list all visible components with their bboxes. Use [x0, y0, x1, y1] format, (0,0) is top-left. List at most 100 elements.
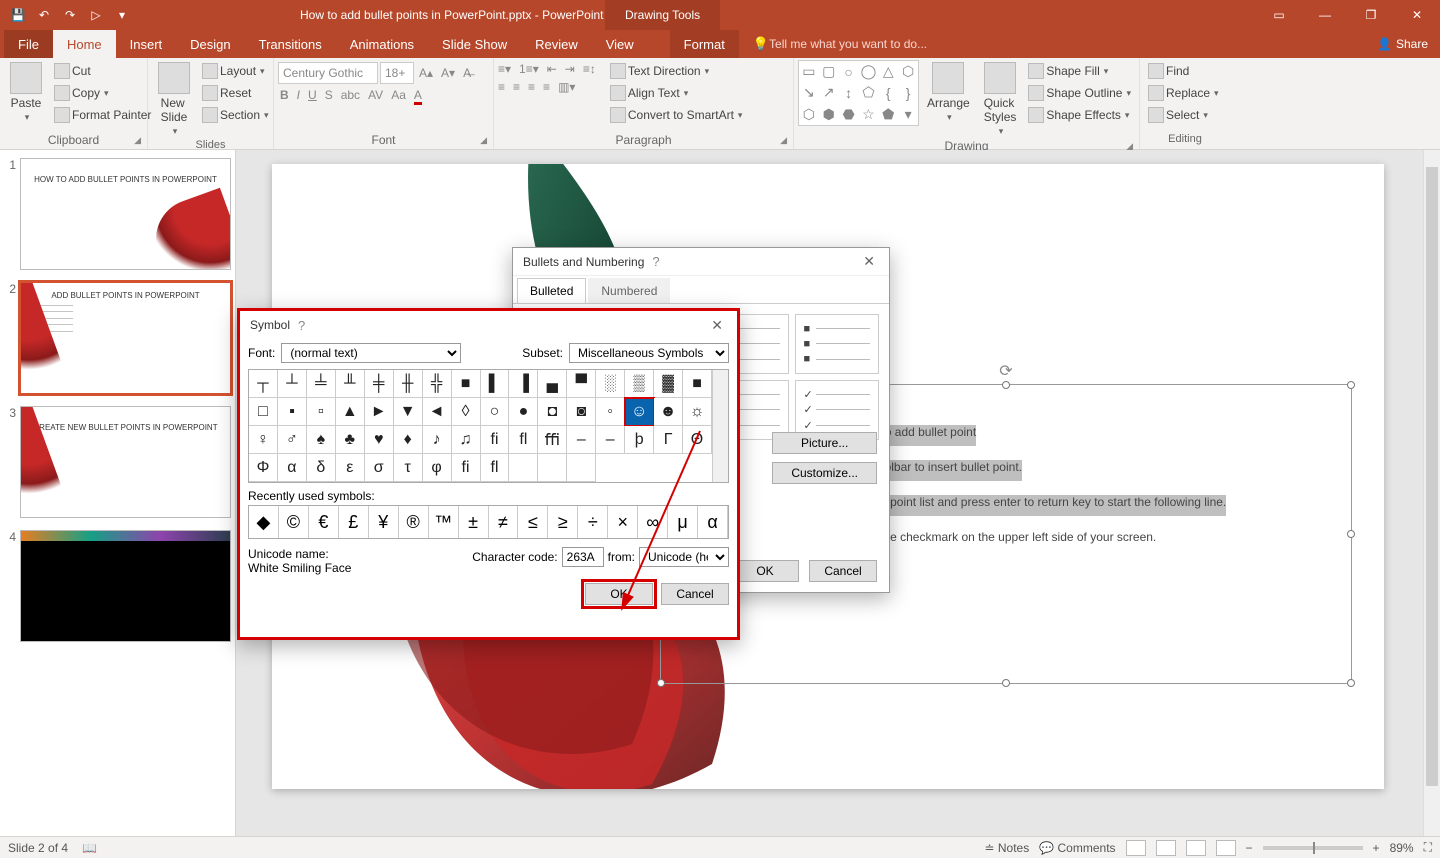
symbol-cell[interactable]: ﬃ [538, 426, 567, 454]
symbol-cell[interactable]: ♂ [278, 426, 307, 454]
numbering-button[interactable]: 1≡▾ [519, 62, 539, 76]
symbol-cell[interactable]: ☻ [654, 398, 683, 426]
replace-button[interactable]: Replace▾ [1144, 82, 1223, 104]
symbol-cell[interactable]: ╧ [307, 370, 336, 398]
shape-effects-button[interactable]: Shape Effects▾ [1024, 104, 1135, 126]
undo-button[interactable]: ↶ [32, 3, 56, 27]
comments-button[interactable]: 💬 Comments [1039, 841, 1115, 855]
tab-view[interactable]: View [592, 30, 648, 58]
copy-button[interactable]: Copy▾ [50, 82, 155, 104]
font-dialog-launcher[interactable]: ◢ [480, 135, 487, 146]
tab-slideshow[interactable]: Slide Show [428, 30, 521, 58]
align-text-button[interactable]: Align Text▾ [606, 82, 747, 104]
symbol-cell[interactable]: ☺ [625, 398, 654, 426]
scroll-thumb[interactable] [1426, 167, 1438, 786]
symbol-cell[interactable]: ♦ [394, 426, 423, 454]
symbol-cell[interactable]: ▼ [394, 398, 423, 426]
symbol-cell[interactable]: σ [365, 454, 394, 482]
recent-symbol-cell[interactable]: ≤ [518, 506, 548, 538]
arrange-button[interactable]: Arrange▾ [921, 60, 976, 125]
columns-button[interactable]: ▥▾ [558, 80, 575, 94]
paste-button[interactable]: Paste▾ [4, 60, 48, 125]
clipboard-dialog-launcher[interactable]: ◢ [134, 135, 141, 146]
symbol-cell[interactable]: ● [509, 398, 538, 426]
recent-symbol-cell[interactable]: ® [399, 506, 429, 538]
symbol-cell[interactable]: ╪ [365, 370, 394, 398]
recent-symbol-cell[interactable]: £ [339, 506, 369, 538]
dialog-titlebar[interactable]: Bullets and Numbering ? ✕ [513, 248, 889, 276]
bullet-style-check[interactable]: ✓✓✓ [795, 380, 880, 440]
symbol-cell[interactable]: Θ [683, 426, 712, 454]
paragraph-dialog-launcher[interactable]: ◢ [780, 135, 787, 146]
underline-button[interactable]: U [308, 88, 317, 105]
find-button[interactable]: Find [1144, 60, 1223, 82]
maximize-button[interactable]: ❐ [1348, 0, 1394, 30]
symbol-cell[interactable]: ♠ [307, 426, 336, 454]
align-left-button[interactable]: ≡ [498, 80, 505, 94]
tab-format[interactable]: Format [670, 30, 739, 58]
change-case-button[interactable]: Aa [391, 88, 406, 105]
symbol-cell[interactable]: ﬂ [481, 454, 510, 482]
recent-symbol-cell[interactable]: ± [459, 506, 489, 538]
grow-font-button[interactable]: A▴ [416, 66, 436, 80]
recent-symbol-cell[interactable]: ≥ [548, 506, 578, 538]
strikethrough-button[interactable]: abc [341, 88, 360, 105]
text-direction-button[interactable]: Text Direction▾ [606, 60, 747, 82]
symbol-cell[interactable]: ╫ [394, 370, 423, 398]
symbol-cell[interactable]: ◊ [452, 398, 481, 426]
recent-symbol-cell[interactable]: ∞ [638, 506, 668, 538]
close-icon[interactable]: ✕ [859, 253, 879, 270]
symbol-cell[interactable]: ■ [452, 370, 481, 398]
recent-symbol-cell[interactable]: ÷ [578, 506, 608, 538]
customize-button[interactable]: Customize... [772, 462, 877, 484]
recent-symbol-cell[interactable]: ◆ [249, 506, 279, 538]
font-size-combo[interactable]: 18+ [380, 62, 414, 84]
symbol-cell[interactable]: ▲ [336, 398, 365, 426]
dialog-titlebar[interactable]: Symbol ? ✕ [240, 311, 737, 339]
subset-select[interactable]: Miscellaneous Symbols [569, 343, 729, 363]
cancel-button[interactable]: Cancel [809, 560, 877, 582]
symbol-cell[interactable]: ☼ [683, 398, 712, 426]
symbol-cell[interactable]: ♫ [452, 426, 481, 454]
recent-symbol-cell[interactable]: ¥ [369, 506, 399, 538]
quick-styles-button[interactable]: Quick Styles▾ [978, 60, 1023, 139]
clear-formatting-button[interactable]: A̶ [460, 66, 474, 80]
cancel-button[interactable]: Cancel [661, 583, 729, 605]
slide-indicator[interactable]: Slide 2 of 4 [8, 841, 68, 855]
font-family-combo[interactable]: Century Gothic [278, 62, 378, 84]
symbol-cell[interactable]: ♥ [365, 426, 394, 454]
recent-symbol-cell[interactable]: € [309, 506, 339, 538]
tab-review[interactable]: Review [521, 30, 592, 58]
bullet-style-square[interactable]: ■■■ [795, 314, 880, 374]
zoom-in-button[interactable]: + [1373, 841, 1380, 855]
symbol-cell[interactable]: ▒ [625, 370, 654, 398]
symbol-cell[interactable]: ♀ [249, 426, 278, 454]
symbol-cell[interactable]: – [596, 426, 625, 454]
from-select[interactable]: Unicode (hex) [639, 547, 729, 567]
start-slideshow-button[interactable]: ▷ [84, 3, 108, 27]
symbol-cell[interactable]: φ [423, 454, 452, 482]
increase-indent-button[interactable]: ⇥ [565, 62, 575, 76]
symbol-cell[interactable]: ϸ [625, 426, 654, 454]
tab-file[interactable]: File [4, 30, 53, 58]
symbol-cell[interactable]: ╬ [423, 370, 452, 398]
format-painter-button[interactable]: Format Painter [50, 104, 155, 126]
slide-thumbnail-4[interactable] [20, 530, 231, 642]
sorter-view-button[interactable] [1156, 840, 1176, 856]
smartart-button[interactable]: Convert to SmartArt▾ [606, 104, 747, 126]
symbol-cell[interactable]: Γ [654, 426, 683, 454]
recent-symbol-cell[interactable]: © [279, 506, 309, 538]
rotate-handle-icon[interactable]: ⟳ [999, 361, 1012, 381]
tab-animations[interactable]: Animations [336, 30, 428, 58]
italic-button[interactable]: I [297, 88, 300, 105]
font-color-button[interactable]: A [414, 88, 422, 105]
symbol-cell[interactable]: ░ [596, 370, 625, 398]
symbol-cell[interactable]: ﬂ [509, 426, 538, 454]
cut-button[interactable]: Cut [50, 60, 155, 82]
symbol-cell[interactable]: δ [307, 454, 336, 482]
symbol-cell[interactable]: α [278, 454, 307, 482]
symbol-cell[interactable]: ▓ [654, 370, 683, 398]
recent-symbol-cell[interactable]: α [698, 506, 728, 538]
tell-me-search[interactable]: 💡 Tell me what you want to do... [739, 30, 941, 58]
shapes-gallery[interactable]: ▭▢○◯△⬡ ↘↗↕⬠{} ⬡⬢⬣☆⬟▾ [798, 60, 919, 126]
